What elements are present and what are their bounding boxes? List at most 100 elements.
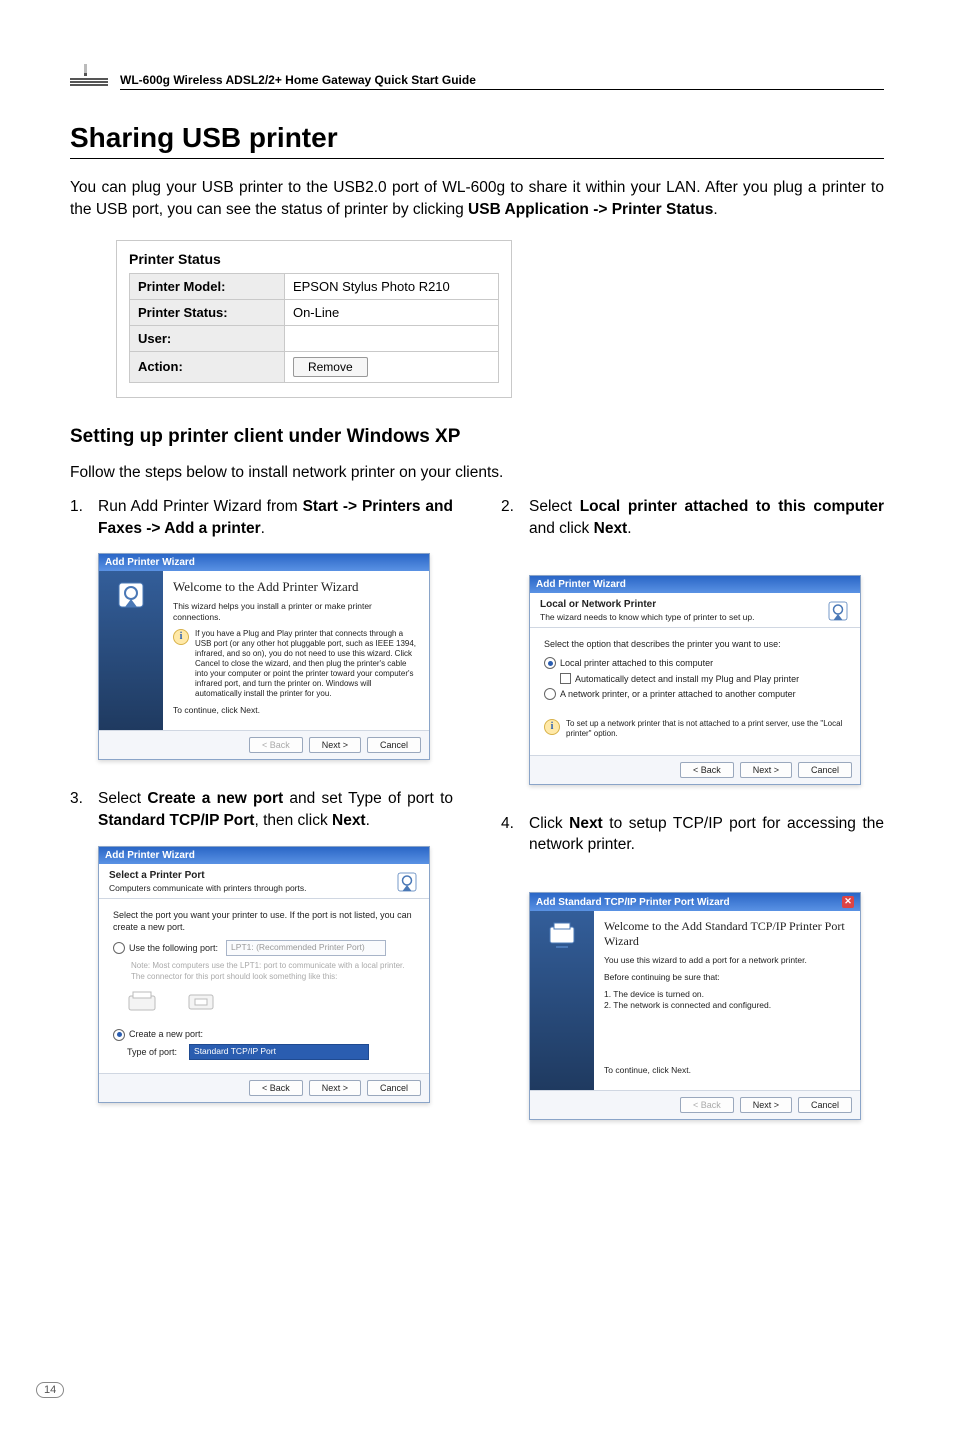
step-1-pre: Run Add Printer Wizard from bbox=[98, 498, 303, 515]
checkbox-autodetect-label: Automatically detect and install my Plug… bbox=[575, 673, 799, 686]
wizard4-titlebar: Add Standard TCP/IP Printer Port Wizard … bbox=[530, 893, 860, 911]
wizard1-continue: To continue, click Next. bbox=[173, 705, 419, 716]
wizard3-title-text: Add Printer Wizard bbox=[105, 850, 195, 861]
connector-diagram bbox=[127, 990, 415, 1016]
radio-local-printer-label: Local printer attached to this computer bbox=[560, 657, 713, 670]
step-1-num: 1. bbox=[70, 496, 98, 539]
wizard1-next-button[interactable]: Next > bbox=[309, 737, 361, 753]
radio-use-port-label: Use the following port: bbox=[129, 942, 218, 955]
checkbox-autodetect[interactable] bbox=[560, 673, 571, 684]
step-4-bold: Next bbox=[569, 815, 603, 832]
step-2-pre: Select bbox=[529, 498, 580, 515]
section-heading: Setting up printer client under Windows … bbox=[70, 426, 884, 448]
wizard-add-printer-welcome: Add Printer Wizard Welcome to the Add Pr… bbox=[98, 553, 430, 760]
step-3-num: 3. bbox=[70, 788, 98, 831]
ps-value-status: On-Line bbox=[284, 299, 498, 325]
wizard3-lead: Select the port you want your printer to… bbox=[113, 909, 415, 934]
info-icon: i bbox=[544, 719, 560, 735]
port-dropdown: LPT1: (Recommended Printer Port) bbox=[226, 940, 386, 956]
type-of-port-dropdown[interactable]: Standard TCP/IP Port bbox=[189, 1044, 369, 1060]
wizard4-heading: Welcome to the Add Standard TCP/IP Print… bbox=[604, 919, 850, 949]
wizard4-before: Before continuing be sure that: bbox=[604, 972, 850, 983]
step-3-pre: Select bbox=[98, 790, 147, 807]
step-2-bold2: Next bbox=[594, 520, 628, 537]
wizard1-info-text: If you have a Plug and Play printer that… bbox=[195, 629, 419, 699]
ps-value-model: EPSON Stylus Photo R210 bbox=[284, 273, 498, 299]
step-1-post: . bbox=[261, 520, 265, 537]
wizard3-cancel-button[interactable]: Cancel bbox=[367, 1080, 421, 1096]
brand-icon bbox=[70, 64, 116, 90]
ps-value-user bbox=[284, 325, 498, 351]
step-4: 4. Click Next to setup TCP/IP port for a… bbox=[501, 813, 884, 856]
radio-local-printer[interactable] bbox=[544, 657, 556, 669]
wizard-tcpip-port: Add Standard TCP/IP Printer Port Wizard … bbox=[529, 892, 861, 1120]
radio-create-port-label: Create a new port: bbox=[129, 1028, 203, 1041]
step-2-num: 2. bbox=[501, 496, 529, 539]
wizard1-title-text: Add Printer Wizard bbox=[105, 557, 195, 568]
wizard1-titlebar: Add Printer Wizard bbox=[99, 554, 429, 571]
wizard2-info-text: To set up a network printer that is not … bbox=[566, 719, 846, 739]
close-icon[interactable]: ✕ bbox=[842, 896, 854, 908]
section-subtext: Follow the steps below to install networ… bbox=[70, 464, 884, 482]
ps-label-model: Printer Model: bbox=[130, 273, 285, 299]
wizard4-b2: 2. The network is connected and configur… bbox=[604, 1000, 850, 1011]
page-title: Sharing USB printer bbox=[70, 122, 884, 154]
printer-status-table: Printer Model: EPSON Stylus Photo R210 P… bbox=[129, 273, 499, 383]
step-3-post: . bbox=[366, 812, 370, 829]
wizard4-back-button: < Back bbox=[680, 1097, 734, 1113]
step-2-mid: and click bbox=[529, 520, 594, 537]
ps-label-user: User: bbox=[130, 325, 285, 351]
wizard-select-port: Add Printer Wizard Select a Printer Port… bbox=[98, 846, 430, 1103]
step-2-bold: Local printer attached to this computer bbox=[580, 498, 884, 515]
ps-value-action: Remove bbox=[284, 351, 498, 382]
intro-text-bold: USB Application -> Printer Status bbox=[468, 201, 713, 218]
radio-use-port[interactable] bbox=[113, 942, 125, 954]
wizard4-side-graphic bbox=[530, 911, 594, 1090]
wizard1-cancel-button[interactable]: Cancel bbox=[367, 737, 421, 753]
wizard-local-or-network: Add Printer Wizard Local or Network Prin… bbox=[529, 575, 861, 784]
wizard2-lead: Select the option that describes the pri… bbox=[544, 638, 846, 651]
wizard2-titlebar: Add Printer Wizard bbox=[530, 576, 860, 593]
step-2: 2. Select Local printer attached to this… bbox=[501, 496, 884, 539]
wizard3-note: Note: Most computers use the LPT1: port … bbox=[131, 960, 415, 982]
remove-button[interactable]: Remove bbox=[293, 357, 368, 377]
wizard2-head-sub: The wizard needs to know which type of p… bbox=[540, 612, 755, 622]
wizard3-titlebar: Add Printer Wizard bbox=[99, 847, 429, 864]
wizard2-next-button[interactable]: Next > bbox=[740, 762, 792, 778]
wizard3-back-button[interactable]: < Back bbox=[249, 1080, 303, 1096]
info-icon: i bbox=[173, 629, 189, 645]
type-of-port-label: Type of port: bbox=[127, 1046, 177, 1059]
wizard2-back-button[interactable]: < Back bbox=[680, 762, 734, 778]
printer-status-title: Printer Status bbox=[129, 251, 499, 267]
step-4-num: 4. bbox=[501, 813, 529, 856]
wizard2-cancel-button[interactable]: Cancel bbox=[798, 762, 852, 778]
title-rule bbox=[70, 158, 884, 159]
wizard4-cancel-button[interactable]: Cancel bbox=[798, 1097, 852, 1113]
step-3: 3. Select Create a new port and set Type… bbox=[70, 788, 453, 831]
step-3-bold: Create a new port bbox=[147, 790, 283, 807]
wizard4-continue: To continue, click Next. bbox=[604, 1065, 850, 1076]
wizard4-next-button[interactable]: Next > bbox=[740, 1097, 792, 1113]
wizard1-side-graphic bbox=[99, 571, 163, 730]
radio-network-printer[interactable] bbox=[544, 688, 556, 700]
intro-text-post: . bbox=[713, 201, 717, 218]
radio-network-printer-label: A network printer, or a printer attached… bbox=[560, 688, 796, 701]
step-3-bold2: Standard TCP/IP Port bbox=[98, 812, 254, 829]
wizard1-back-button: < Back bbox=[249, 737, 303, 753]
page-header-bar: WL-600g Wireless ADSL2/2+ Home Gateway Q… bbox=[70, 64, 884, 90]
step-2-post: . bbox=[627, 520, 631, 537]
wizard4-title-text: Add Standard TCP/IP Printer Port Wizard bbox=[536, 897, 730, 908]
wizard3-head-title: Select a Printer Port bbox=[109, 870, 306, 881]
wizard4-sub: You use this wizard to add a port for a … bbox=[604, 955, 850, 966]
doc-title: WL-600g Wireless ADSL2/2+ Home Gateway Q… bbox=[120, 73, 884, 90]
step-3-mid2: , then click bbox=[254, 812, 332, 829]
step-3-mid: and set Type of port to bbox=[283, 790, 453, 807]
wizard4-b1: 1. The device is turned on. bbox=[604, 989, 850, 1000]
wizard1-sub: This wizard helps you install a printer … bbox=[173, 601, 419, 623]
wizard3-next-button[interactable]: Next > bbox=[309, 1080, 361, 1096]
page-number: 14 bbox=[36, 1382, 64, 1398]
wizard3-head-sub: Computers communicate with printers thro… bbox=[109, 883, 306, 893]
printer-icon bbox=[395, 870, 419, 894]
ps-label-action: Action: bbox=[130, 351, 285, 382]
radio-create-port[interactable] bbox=[113, 1029, 125, 1041]
